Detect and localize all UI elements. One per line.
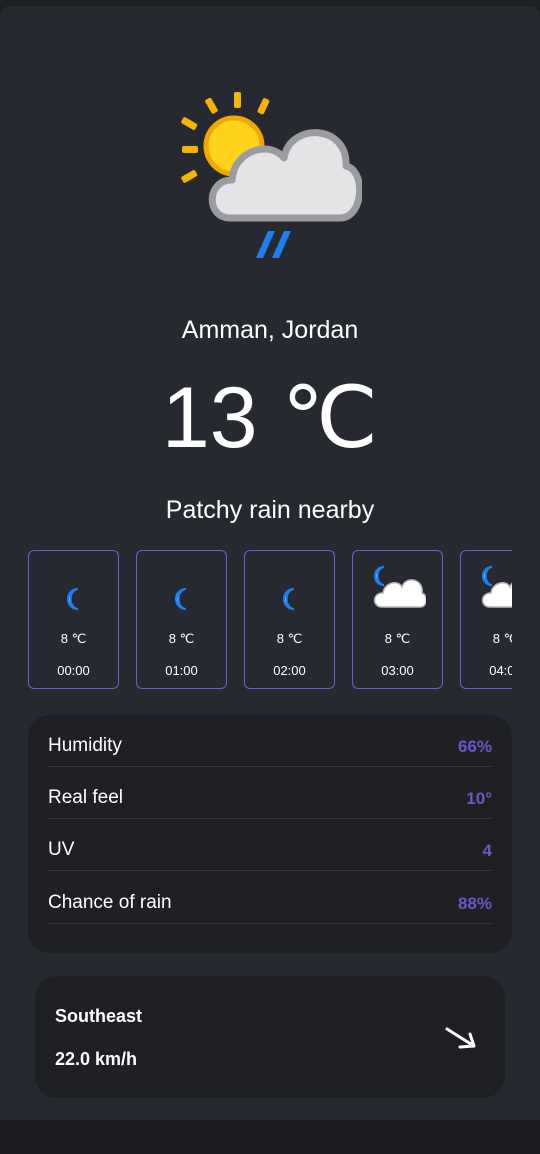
detail-row-humidity: Humidity 66% [48, 715, 492, 767]
hourly-card[interactable]: 8 ℃ 01:00 [136, 550, 227, 689]
moon-icon [174, 587, 186, 611]
hourly-card[interactable]: 8 ℃ 03:00 [352, 550, 443, 689]
detail-row-real-feel: Real feel 10° [48, 767, 492, 819]
detail-label: Chance of rain [48, 892, 172, 913]
hourly-time: 02:00 [273, 663, 306, 678]
weather-condition: Patchy rain nearby [165, 496, 375, 524]
detail-value: 4 [482, 841, 492, 860]
wind-direction-arrow-icon [445, 1027, 476, 1049]
moon-icon [282, 587, 294, 611]
hourly-time: 04:00 [489, 663, 512, 678]
detail-label: Real feel [48, 787, 123, 808]
system-navigation-bar [0, 1120, 540, 1154]
detail-value: 66% [457, 737, 492, 756]
hourly-forecast-list[interactable]: 8 ℃ 00:00 8 ℃ 01:00 8 ℃ 02:00 8 ℃ 03:00 [28, 550, 512, 692]
wind-direction: Southeast [55, 1006, 143, 1026]
moon-icon [66, 587, 78, 611]
hourly-time: 01:00 [165, 663, 198, 678]
hourly-card[interactable]: 8 ℃ 04:00 [460, 550, 512, 689]
detail-label: UV [48, 839, 75, 860]
hourly-temperature: 8 ℃ [168, 631, 195, 646]
moon-cloud-icon [373, 565, 426, 608]
detail-row-chance-of-rain: Chance of rain 88% [48, 872, 492, 924]
location-name: Amman, Jordan [181, 316, 359, 344]
hourly-temperature: 8 ℃ [492, 631, 512, 646]
wind-card: Southeast 22.0 km/h [35, 976, 505, 1098]
detail-row-uv: UV 4 [48, 819, 492, 871]
weather-details-card: Humidity 66% Real feel 10° UV 4 Chance o… [28, 715, 512, 953]
detail-label: Humidity [48, 735, 122, 756]
moon-cloud-icon [481, 565, 512, 608]
hourly-card[interactable]: 8 ℃ 00:00 [28, 550, 119, 689]
hourly-temperature: 8 ℃ [60, 631, 87, 646]
wind-speed: 22.0 km/h [55, 1049, 138, 1069]
current-temperature: 13 ℃ [161, 370, 379, 466]
hourly-time: 00:00 [57, 663, 90, 678]
detail-value: 10° [466, 789, 492, 808]
partly-cloudy-rain-icon [181, 92, 362, 258]
hourly-temperature: 8 ℃ [384, 631, 411, 646]
weather-screen: Amman, Jordan 13 ℃ Patchy rain nearby 8 … [0, 6, 540, 1120]
hourly-temperature: 8 ℃ [276, 631, 303, 646]
hourly-time: 03:00 [381, 663, 414, 678]
hourly-card[interactable]: 8 ℃ 02:00 [244, 550, 335, 689]
detail-value: 88% [457, 894, 492, 913]
